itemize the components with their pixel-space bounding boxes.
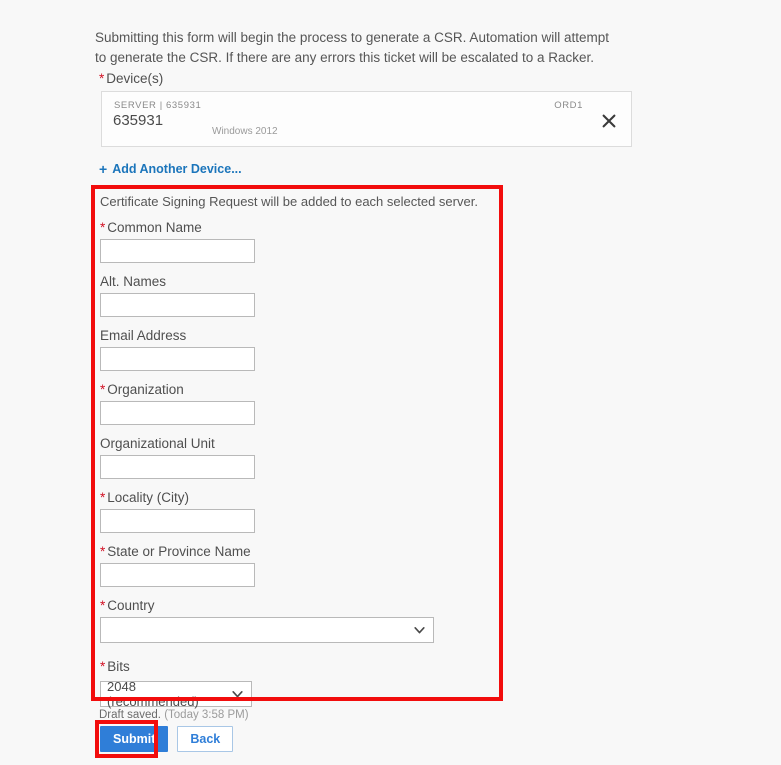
label-email-address: Email Address (100, 328, 495, 343)
required-marker-state-province: * (100, 544, 106, 559)
field-row-country: * Country (100, 598, 495, 648)
plus-icon: + (99, 161, 108, 177)
label-text-country: Country (107, 598, 155, 613)
devices-label-text: Device(s) (106, 71, 164, 86)
label-common-name: * Common Name (100, 220, 495, 235)
label-text-organizational-unit: Organizational Unit (100, 436, 215, 451)
back-button[interactable]: Back (177, 726, 234, 752)
country-select[interactable] (100, 617, 434, 643)
required-marker-common-name: * (100, 220, 106, 235)
label-alt-names: Alt. Names (100, 274, 495, 289)
label-organizational-unit: Organizational Unit (100, 436, 495, 451)
alt-names-input[interactable] (100, 293, 255, 317)
organization-input[interactable] (100, 401, 255, 425)
label-text-common-name: Common Name (107, 220, 202, 235)
field-row-locality: * Locality (City) (100, 490, 495, 533)
device-card[interactable]: SERVER | 635931 635931 Windows 2012 ORD1 (101, 91, 632, 147)
email-address-input[interactable] (100, 347, 255, 371)
label-state-province: * State or Province Name (100, 544, 495, 559)
organizational-unit-input[interactable] (100, 455, 255, 479)
label-text-organization: Organization (107, 382, 184, 397)
field-row-common-name: * Common Name (100, 220, 495, 263)
bits-select-wrapper: 2048 (recommended) (100, 679, 252, 709)
csr-request-form-page: Submitting this form will begin the proc… (0, 0, 781, 765)
country-select-wrapper (100, 617, 434, 643)
required-marker-country: * (100, 598, 106, 613)
form-action-buttons: Submit Back (100, 726, 234, 752)
locality-input[interactable] (100, 509, 255, 533)
draft-status-text: Draft saved. (99, 709, 161, 721)
label-locality: * Locality (City) (100, 490, 495, 505)
required-marker-organization: * (100, 382, 106, 397)
device-id-label: 635931 (113, 112, 164, 129)
csr-form-note: Certificate Signing Request will be adde… (100, 194, 478, 209)
required-marker-locality: * (100, 490, 106, 505)
close-icon[interactable] (601, 113, 617, 129)
required-marker-devices: * (99, 71, 105, 86)
field-row-organizational-unit: Organizational Unit (100, 436, 495, 479)
device-region-label: ORD1 (554, 100, 583, 111)
device-os-label: Windows 2012 (212, 126, 278, 137)
label-bits: * Bits (100, 659, 495, 674)
field-row-email-address: Email Address (100, 328, 495, 371)
label-country: * Country (100, 598, 495, 613)
required-marker-bits: * (100, 659, 106, 674)
draft-status: Draft saved. (Today 3:58 PM) (99, 709, 249, 721)
label-text-state-province: State or Province Name (107, 544, 251, 559)
common-name-input[interactable] (100, 239, 255, 263)
label-text-bits: Bits (107, 659, 130, 674)
label-text-locality: Locality (City) (107, 490, 190, 505)
label-text-email-address: Email Address (100, 328, 187, 343)
field-row-alt-names: Alt. Names (100, 274, 495, 317)
devices-label: * Device(s) (99, 71, 163, 87)
add-another-device-link[interactable]: + Add Another Device... (99, 162, 242, 176)
submit-button[interactable]: Submit (100, 726, 169, 752)
label-text-alt-names: Alt. Names (100, 274, 167, 289)
draft-status-time: (Today 3:58 PM) (164, 709, 249, 721)
label-organization: * Organization (100, 382, 495, 397)
field-row-organization: * Organization (100, 382, 495, 425)
device-type-label: SERVER | 635931 (114, 100, 202, 111)
intro-paragraph: Submitting this form will begin the proc… (95, 30, 609, 65)
csr-form-fields: * Common Name Alt. Names Email Address * O… (100, 220, 495, 718)
bits-select[interactable]: 2048 (recommended) (100, 679, 252, 709)
field-row-bits: * Bits 2048 (recommended) (100, 659, 495, 709)
field-row-state-province: * State or Province Name (100, 544, 495, 587)
add-another-device-label: Add Another Device... (112, 162, 242, 176)
state-province-input[interactable] (100, 563, 255, 587)
